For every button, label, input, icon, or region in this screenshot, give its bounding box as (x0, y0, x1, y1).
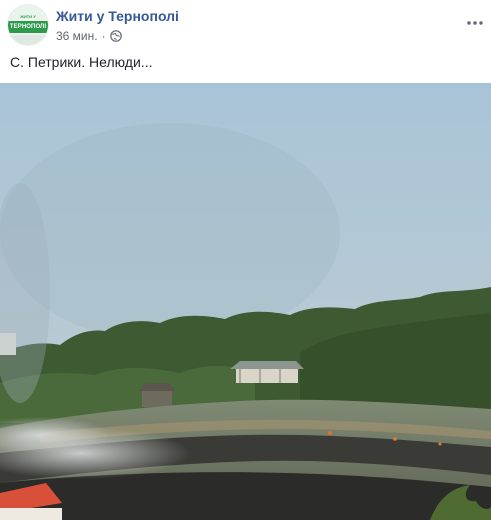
post-photo[interactable] (0, 83, 491, 520)
page-name-link[interactable]: Жити у Тернополі (56, 8, 179, 24)
post-meta: 36 мин. · (56, 29, 122, 43)
photo-hut (142, 391, 172, 407)
post-options-button[interactable] (462, 4, 488, 25)
meta-separator: · (101, 29, 106, 43)
photo-barn (236, 369, 298, 383)
more-horizontal-icon (467, 12, 483, 25)
page-avatar[interactable]: ЖИТИ У ТЕРНОПОЛІ (8, 5, 48, 45)
post-timestamp[interactable]: 36 мин. (56, 29, 98, 43)
avatar-logo-text-top: ЖИТИ У (20, 14, 36, 19)
post-header: ЖИТИ У ТЕРНОПОЛІ Жити у Тернополі 36 мин… (0, 0, 491, 52)
globe-icon[interactable] (109, 30, 122, 42)
post-text: С. Петрики. Нелюди... (10, 54, 153, 70)
avatar-logo-text: ТЕРНОПОЛІ (8, 21, 48, 33)
